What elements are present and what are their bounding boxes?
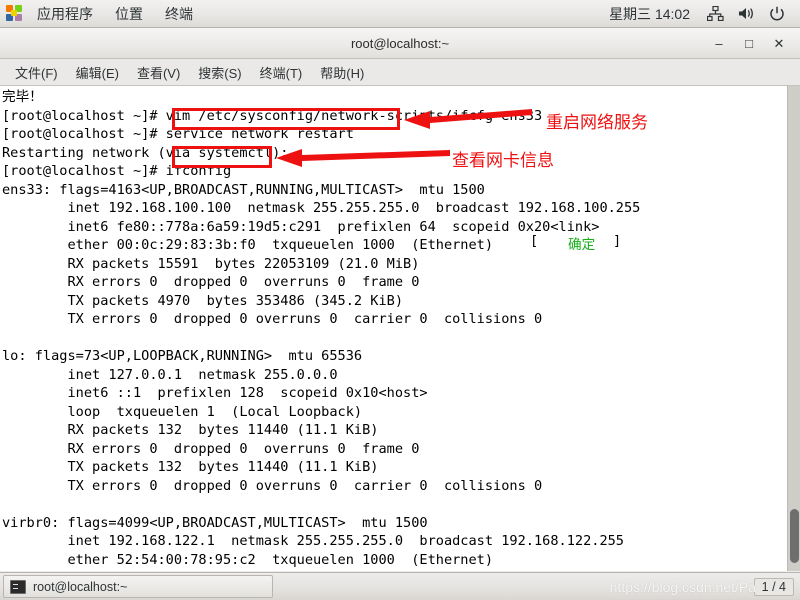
terminal-menubar: 文件(F) 编辑(E) 查看(V) 搜索(S) 终端(T) 帮助(H)	[0, 59, 800, 86]
panel-item-applications[interactable]: 应用程序	[26, 0, 104, 27]
panel-item-places[interactable]: 位置	[104, 0, 154, 27]
network-icon[interactable]	[700, 6, 731, 21]
gnome-top-panel: 应用程序 位置 终端 星期三 14:02	[0, 0, 800, 28]
window-list-taskbar: root@localhost:~ https://blog.csdn.net/P…	[0, 572, 800, 600]
maximize-button[interactable]: □	[734, 28, 764, 59]
terminal-window: root@localhost:~ – □ ✕ 文件(F) 编辑(E) 查看(V)…	[0, 28, 800, 572]
taskbar-item-terminal[interactable]: root@localhost:~	[3, 575, 273, 598]
highlight-box-service-restart	[172, 108, 400, 130]
terminal-scrollbar[interactable]	[787, 86, 800, 571]
apps-grid-icon[interactable]	[6, 4, 24, 23]
window-title: root@localhost:~	[350, 35, 450, 51]
menu-view[interactable]: 查看(V)	[128, 63, 189, 82]
annotation-arrow-restart	[404, 108, 534, 137]
scrollbar-thumb[interactable]	[790, 509, 799, 563]
menu-help[interactable]: 帮助(H)	[311, 63, 373, 82]
terminal-body: 完毕！ [root@localhost ~]# vim /etc/sysconf…	[0, 86, 800, 571]
annotation-label-ifconfig: 查看网卡信息	[452, 151, 554, 171]
workspace-label: 1 / 4	[761, 579, 786, 594]
menu-edit[interactable]: 编辑(E)	[67, 63, 128, 82]
panel-menu-group: 应用程序 位置 终端	[0, 0, 204, 27]
menu-file[interactable]: 文件(F)	[6, 63, 67, 82]
menu-search[interactable]: 搜索(S)	[189, 63, 250, 82]
panel-status-group: 星期三 14:02	[599, 0, 800, 27]
status-bracket-left: [	[530, 233, 539, 249]
volume-icon[interactable]	[731, 6, 762, 21]
status-bracket-right: ]	[613, 233, 622, 249]
status-ok-text: 确定	[568, 237, 596, 253]
workspace-switcher[interactable]: 1 / 4	[753, 577, 794, 596]
panel-clock[interactable]: 星期三 14:02	[599, 4, 700, 24]
taskbar-item-label: root@localhost:~	[33, 579, 128, 594]
window-controls: – □ ✕	[704, 28, 794, 59]
terminal-output-area[interactable]: 完毕！ [root@localhost ~]# vim /etc/sysconf…	[0, 86, 787, 571]
minimize-button[interactable]: –	[704, 28, 734, 59]
terminal-icon	[10, 579, 26, 594]
window-titlebar[interactable]: root@localhost:~ – □ ✕	[0, 28, 800, 59]
desktop-screen: 应用程序 位置 终端 星期三 14:02 root@localhost:~ – …	[0, 0, 800, 600]
annotation-label-restart: 重启网络服务	[546, 113, 648, 133]
panel-item-terminal[interactable]: 终端	[154, 0, 204, 27]
highlight-box-ifconfig	[172, 146, 272, 168]
annotation-arrow-ifconfig	[276, 146, 452, 175]
menu-terminal[interactable]: 终端(T)	[251, 63, 312, 82]
power-icon[interactable]	[762, 6, 792, 22]
close-button[interactable]: ✕	[764, 28, 794, 59]
watermark-text: https://blog.csdn.net/Pa	[609, 579, 756, 595]
